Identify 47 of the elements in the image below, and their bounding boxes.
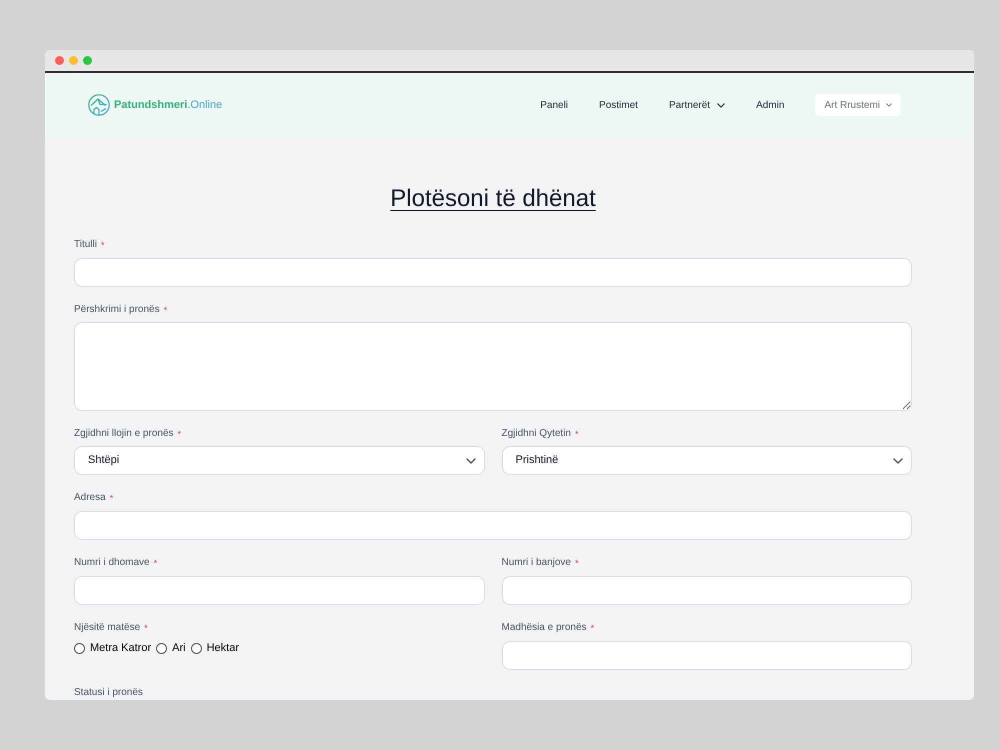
required-mark: * [110,493,114,503]
text-area[interactable] [74,322,912,411]
text-input[interactable] [502,576,912,605]
required-mark: * [164,305,168,315]
dropdown-select[interactable]: Shtëpi [74,446,484,475]
chevron-down-icon [717,102,726,108]
window-control-icon[interactable] [69,56,78,65]
chevron-down-icon [466,458,476,464]
field-label: Titulli [74,238,97,252]
window-control-icon[interactable] [55,56,64,65]
field-label: Njësitë matëse [74,621,140,635]
window-control-icon[interactable] [83,56,92,65]
user-menu-button[interactable]: Art Rrustemi [815,94,901,116]
field-label: Numri i dhomave [74,556,150,570]
radio-option-label[interactable]: Ari [172,641,186,655]
text-input[interactable] [502,641,912,670]
required-mark: * [574,429,578,439]
radio-option-label[interactable]: Hektar [206,641,239,655]
nav-link[interactable]: Admin [756,98,784,112]
radio-button[interactable] [74,642,85,654]
required-mark: * [590,623,594,633]
chevron-down-icon [893,458,903,464]
nav-link[interactable]: Partnerët [668,98,726,112]
logo-icon [88,94,110,116]
required-mark: * [154,558,158,568]
required-mark: * [178,429,182,439]
dropdown-select[interactable]: Prishtinë [502,446,912,475]
radio-button[interactable] [190,642,202,654]
field-label: Madhësia e pronës [502,621,587,635]
field-label: Statusi i pronës [74,686,143,700]
field-label: Adresa [74,491,106,505]
field-label: Zgjidhni llojin e pronës [74,427,174,441]
field-label: Përshkrimi i pronës [74,303,160,317]
radio-button[interactable] [156,642,168,654]
required-mark: * [574,558,578,568]
field-label: Numri i banjove [502,556,571,570]
nav-link[interactable]: Paneli [540,98,568,112]
field-label: Zgjidhni Qytetin [502,427,571,441]
text-input[interactable] [74,511,912,540]
nav-link[interactable]: Postimet [599,98,638,112]
text-input[interactable] [74,258,912,287]
text-input[interactable] [74,576,484,605]
required-mark: * [144,623,148,633]
chevron-down-icon [886,103,892,107]
required-mark: * [100,240,104,250]
radio-option-label[interactable]: Metra Katror [90,641,152,655]
form-title: Plotësoni të dhënat [390,184,596,214]
